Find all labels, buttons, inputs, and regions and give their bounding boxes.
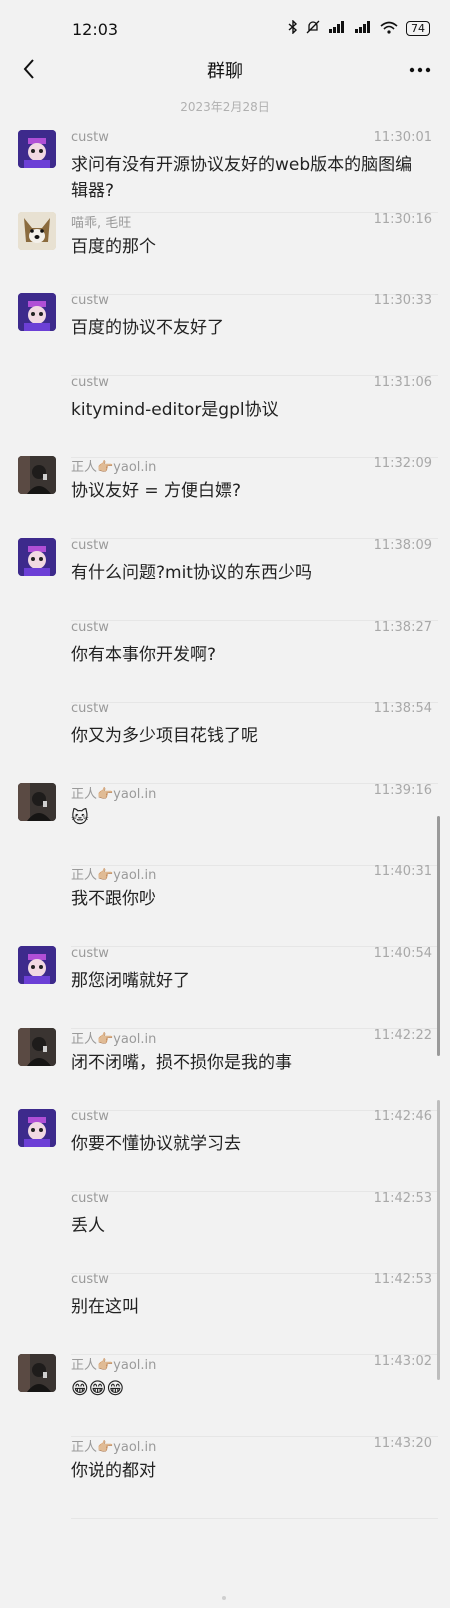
message-text: 你有本事你开发啊? [71,644,217,665]
message-time: 11:42:46 [373,1109,432,1125]
signal2-icon [354,21,372,36]
sender-name: 喵乖, 毛旺 [71,215,132,231]
message-row[interactable]: custw 11:42:53 丢人 [0,1191,450,1274]
status-icons: 74 [288,19,430,37]
message-row[interactable]: custw 11:30:33 百度的协议不友好了 [0,293,450,377]
avatar[interactable] [18,211,56,250]
sender-name: custw [71,619,109,635]
row-divider [71,1517,438,1519]
sender-name: 正人👉🏼yaol.in [71,1439,157,1455]
message-time: 11:38:27 [373,619,432,635]
sender-name: custw [71,1190,109,1206]
navigation-bar: 群聊 [0,52,450,88]
sender-name: 正人👉🏼yaol.in [71,460,157,476]
avatar[interactable] [18,456,56,495]
avatar[interactable] [18,538,56,576]
avatar[interactable] [18,946,56,984]
avatar[interactable] [18,293,56,332]
message-row[interactable]: 正人👉🏼yaol.in 11:43:20 你说的都对 [0,1436,450,1519]
message-time: 11:39:16 [373,782,432,798]
message-text: 别在这叫 [71,1297,139,1318]
sender-name: 正人👉🏼yaol.in [71,786,157,802]
message-row[interactable]: 喵乖, 毛旺 11:30:16 百度的那个 [0,211,450,295]
message-row[interactable]: custw 11:40:54 那您闭嘴就好了 [0,946,450,1029]
message-time: 11:42:22 [373,1027,432,1043]
sender-name: 正人👉🏼yaol.in [71,868,157,884]
avatar[interactable] [18,130,56,168]
battery-icon: 74 [406,21,430,36]
message-row[interactable]: custw 11:38:27 你有本事你开发啊? [0,620,450,703]
message-text: 你要不懂协议就学习去 [71,1134,241,1155]
message-row[interactable]: custw 11:42:46 你要不懂协议就学习去 [0,1109,450,1193]
message-time: 11:42:53 [373,1272,432,1288]
message-text: 🐱 [71,807,89,828]
message-text: 百度的那个 [71,236,156,257]
message-text: 你说的都对 [71,1460,156,1481]
message-time: 11:30:33 [373,293,432,309]
message-row[interactable]: 正人👉🏼yaol.in 11:39:16 🐱 [0,782,450,866]
message-time: 11:42:53 [373,1190,432,1206]
status-bar: 12:03 74 [0,0,450,52]
sender-name: custw [71,1272,109,1288]
message-time: 11:43:02 [373,1354,432,1369]
message-time: 11:38:09 [373,538,432,553]
message-text: 我不跟你吵 [71,889,156,910]
bluetooth-icon [288,19,298,37]
sender-name: custw [71,946,109,961]
signal-icon [328,21,346,36]
message-row[interactable]: custw 11:38:54 你又为多少项目花钱了呢 [0,701,450,785]
message-row[interactable]: custw 11:30:01 求问有没有开源协议友好的web版本的脑图编辑器? [0,130,450,213]
scrollbar-track [437,1100,440,1380]
message-text: 你又为多少项目花钱了呢 [71,726,258,747]
message-text: 协议友好 = 方便白嫖? [71,481,242,502]
sender-name: 正人👉🏼yaol.in [71,1358,157,1373]
avatar[interactable] [18,782,56,821]
sender-name: custw [71,538,109,553]
sender-name: custw [71,130,109,145]
message-text: 求问有没有开源协议友好的web版本的脑图编辑器? [71,155,413,201]
message-text: 😁😁😁 [71,1379,125,1399]
message-row[interactable]: 正人👉🏼yaol.in 11:40:31 我不跟你吵 [0,864,450,948]
sender-name: custw [71,1109,109,1125]
sender-name: custw [71,293,109,309]
avatar[interactable] [18,1109,56,1148]
message-text: 丢人 [71,1215,105,1236]
message-row[interactable]: custw 11:38:09 有什么问题?mit协议的东西少吗 [0,538,450,621]
message-time: 11:31:06 [373,374,432,390]
sender-name: custw [71,374,109,390]
wifi-icon [380,21,398,37]
avatar[interactable] [18,1027,56,1066]
more-dots-icon[interactable] [404,56,436,84]
date-separator: 2023年2月28日 [180,100,270,114]
status-time: 12:03 [72,20,119,39]
message-time: 11:30:16 [373,211,432,227]
mute-icon [306,20,320,37]
message-text: 百度的协议不友好了 [71,318,224,339]
message-row[interactable]: custw 11:42:53 别在这叫 [0,1272,450,1356]
message-row[interactable]: 正人👉🏼yaol.in 11:32:09 协议友好 = 方便白嫖? [0,456,450,540]
message-time: 11:43:20 [373,1435,432,1451]
message-text: 有什么问题?mit协议的东西少吗 [71,563,312,583]
message-row[interactable]: 正人👉🏼yaol.in 11:43:02 😁😁😁 [0,1354,450,1437]
message-text: 闭不闭嘴，损不损你是我的事 [71,1052,292,1073]
message-time: 11:32:09 [373,456,432,472]
sender-name: 正人👉🏼yaol.in [71,1031,157,1047]
message-row[interactable]: 正人👉🏼yaol.in 11:42:22 闭不闭嘴，损不损你是我的事 [0,1027,450,1111]
message-time: 11:40:54 [373,946,432,961]
sender-name: custw [71,701,109,717]
message-time: 11:30:01 [373,130,432,145]
home-indicator [222,1596,226,1600]
message-text: kitymind-editor是gpl协议 [71,399,279,420]
page-title: 群聊 [207,61,243,82]
message-time: 11:38:54 [373,701,432,717]
scrollbar[interactable] [437,816,440,1056]
avatar[interactable] [18,1354,56,1392]
message-text: 那您闭嘴就好了 [71,971,190,991]
message-time: 11:40:31 [373,864,432,880]
message-row[interactable]: custw 11:31:06 kitymind-editor是gpl协议 [0,375,450,458]
